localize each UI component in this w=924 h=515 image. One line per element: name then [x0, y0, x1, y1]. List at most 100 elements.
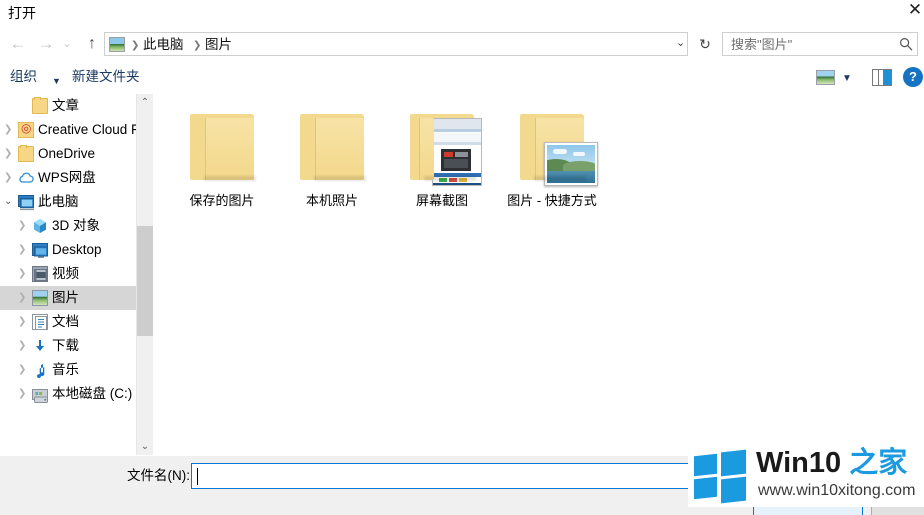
- new-folder-button[interactable]: 新建文件夹: [72, 68, 140, 86]
- sidebar-item-11[interactable]: ❯ 音乐: [0, 358, 136, 382]
- chevron-right-icon[interactable]: ❯: [18, 364, 26, 375]
- sidebar-item-label: 视频: [52, 266, 79, 281]
- watermark-title: Win10 之家: [756, 446, 907, 480]
- music-icon: [32, 362, 48, 379]
- search-input[interactable]: 搜索"图片": [722, 32, 918, 56]
- close-icon[interactable]: ✕: [900, 0, 924, 22]
- watermark-title-accent: 之家: [849, 447, 908, 479]
- sidebar-item-4[interactable]: ⌄ 此电脑: [0, 190, 136, 214]
- open-file-dialog: 打开 ✕ ← → ⌄ ↑ ❯ 此电脑 ❯ 图片 ⌄ ↻ 搜索"图片" 组织 ▼ …: [0, 0, 924, 515]
- file-item-label: 图片 - 快捷方式: [507, 193, 597, 208]
- download-icon: [32, 338, 48, 354]
- preview-pane-icon[interactable]: [872, 69, 892, 86]
- chevron-down-icon[interactable]: ⌄: [676, 36, 685, 49]
- chevron-right-icon[interactable]: ❯: [4, 172, 12, 183]
- folder-icon: [18, 145, 34, 162]
- file-item[interactable]: 屏幕截图: [387, 102, 497, 209]
- document-icon: [32, 314, 48, 330]
- refresh-icon[interactable]: ↻: [694, 32, 716, 56]
- pictures-icon: [109, 37, 125, 52]
- sidebar-item-1[interactable]: ❯ Creative Cloud F: [0, 118, 136, 142]
- up-icon[interactable]: ↑: [80, 32, 104, 56]
- screenshot-folder-icon: [404, 102, 482, 188]
- sidebar-item-0[interactable]: 文章: [0, 94, 136, 118]
- chevron-right-icon[interactable]: ❯: [18, 220, 26, 231]
- chevron-right-icon[interactable]: ❯: [4, 148, 12, 159]
- sidebar-item-2[interactable]: ❯ OneDrive: [0, 142, 136, 166]
- file-item[interactable]: 本机照片: [277, 102, 387, 209]
- view-options-icon[interactable]: [816, 70, 835, 85]
- address-bar[interactable]: ❯ 此电脑 ❯ 图片: [104, 32, 688, 56]
- file-item-label: 屏幕截图: [415, 193, 468, 208]
- breadcrumb-item-this-pc[interactable]: 此电脑: [143, 35, 184, 55]
- pictures-icon: [32, 290, 48, 306]
- dialog-body: 文章 ❯ Creative Cloud F ❯ OneDrive ❯ WPS网盘 ⌄ 此电脑 ❯ 3…: [0, 94, 924, 455]
- sidebar-item-10[interactable]: ❯ 下载: [0, 334, 136, 358]
- scroll-up-icon[interactable]: ⌃: [137, 94, 153, 111]
- sidebar-item-label: 文章: [52, 98, 79, 113]
- sidebar-item-label: 3D 对象: [52, 218, 101, 233]
- file-item-label: 本机照片: [305, 193, 358, 208]
- sidebar-item-label: Desktop: [52, 242, 102, 257]
- sidebar-item-label: OneDrive: [38, 146, 96, 161]
- creative-cloud-icon: [18, 120, 34, 138]
- 3d-object-icon: [32, 218, 48, 234]
- sidebar-item-3[interactable]: ❯ WPS网盘: [0, 166, 136, 190]
- sidebar-item-6[interactable]: ❯ Desktop: [0, 238, 136, 262]
- chevron-right-icon[interactable]: ❯: [18, 268, 26, 279]
- breadcrumb-separator: ❯: [131, 40, 140, 51]
- navigation-pane: 文章 ❯ Creative Cloud F ❯ OneDrive ❯ WPS网盘 ⌄ 此电脑 ❯ 3…: [0, 94, 136, 455]
- chevron-down-icon[interactable]: ⌄: [4, 196, 12, 207]
- cloud-icon: [18, 170, 34, 186]
- navigation-bar: ← → ⌄ ↑ ❯ 此电脑 ❯ 图片 ⌄ ↻ 搜索"图片": [0, 28, 924, 60]
- command-toolbar: 组织 ▼ 新建文件夹 ▼ ?: [0, 60, 924, 94]
- recent-locations-icon[interactable]: ⌄: [58, 32, 76, 56]
- breadcrumb-separator: ❯: [193, 40, 202, 51]
- sidebar-item-9[interactable]: ❯ 文档: [0, 310, 136, 334]
- sidebar-item-label: WPS网盘: [38, 170, 96, 185]
- organize-button[interactable]: 组织: [10, 68, 37, 86]
- chevron-right-icon[interactable]: ❯: [18, 340, 26, 351]
- win10-logo-icon: [692, 449, 748, 504]
- scroll-down-icon[interactable]: ⌄: [137, 438, 153, 455]
- sidebar-item-label: 文档: [52, 314, 79, 329]
- sidebar-item-label: Creative Cloud F: [38, 122, 136, 137]
- chevron-down-icon[interactable]: ▼: [52, 72, 61, 90]
- plain-folder-icon: [184, 102, 260, 188]
- plain-folder-icon: [294, 102, 370, 188]
- chevron-right-icon[interactable]: ❯: [4, 124, 12, 135]
- scrollbar-thumb[interactable]: [137, 226, 153, 336]
- chevron-right-icon[interactable]: ❯: [18, 292, 26, 303]
- sidebar-item-8[interactable]: ❯ 图片: [0, 286, 136, 310]
- sidebar-item-12[interactable]: ❯ 本地磁盘 (C:): [0, 382, 136, 406]
- video-icon: [32, 266, 48, 282]
- desktop-icon: [32, 243, 48, 258]
- navigation-pane-scrollbar[interactable]: ⌃ ⌄: [136, 94, 153, 455]
- watermark-url: www.win10xitong.com: [758, 482, 916, 499]
- chevron-right-icon[interactable]: ❯: [18, 316, 26, 327]
- disk-icon: [32, 389, 48, 403]
- forward-icon[interactable]: →: [34, 32, 58, 56]
- file-item-label: 保存的图片: [189, 193, 255, 208]
- search-placeholder: 搜索"图片": [731, 37, 793, 52]
- computer-icon: [18, 195, 34, 211]
- sidebar-item-label: 本地磁盘 (C:): [52, 386, 133, 401]
- sidebar-item-label: 下载: [52, 338, 79, 353]
- sidebar-item-label: 此电脑: [38, 194, 79, 209]
- chevron-right-icon[interactable]: ❯: [18, 388, 26, 399]
- sidebar-item-label: 音乐: [52, 362, 79, 377]
- file-item[interactable]: 保存的图片: [167, 102, 277, 209]
- file-item[interactable]: 图片 - 快捷方式: [497, 102, 607, 209]
- watermark: Win10 之家 www.win10xitong.com: [688, 445, 924, 507]
- title-bar: 打开 ✕: [0, 0, 924, 28]
- sidebar-item-5[interactable]: ❯ 3D 对象: [0, 214, 136, 238]
- picture-folder-icon: [514, 102, 598, 188]
- file-list[interactable]: 保存的图片 本机照片 屏幕截图 图片 - 快捷方式: [153, 94, 924, 455]
- folder-icon: [32, 97, 48, 114]
- chevron-down-icon[interactable]: ▼: [842, 73, 852, 84]
- sidebar-item-7[interactable]: ❯ 视频: [0, 262, 136, 286]
- back-icon[interactable]: ←: [6, 32, 30, 56]
- breadcrumb-item-pictures[interactable]: 图片: [205, 35, 232, 55]
- chevron-right-icon[interactable]: ❯: [18, 244, 26, 255]
- help-icon[interactable]: ?: [903, 67, 923, 87]
